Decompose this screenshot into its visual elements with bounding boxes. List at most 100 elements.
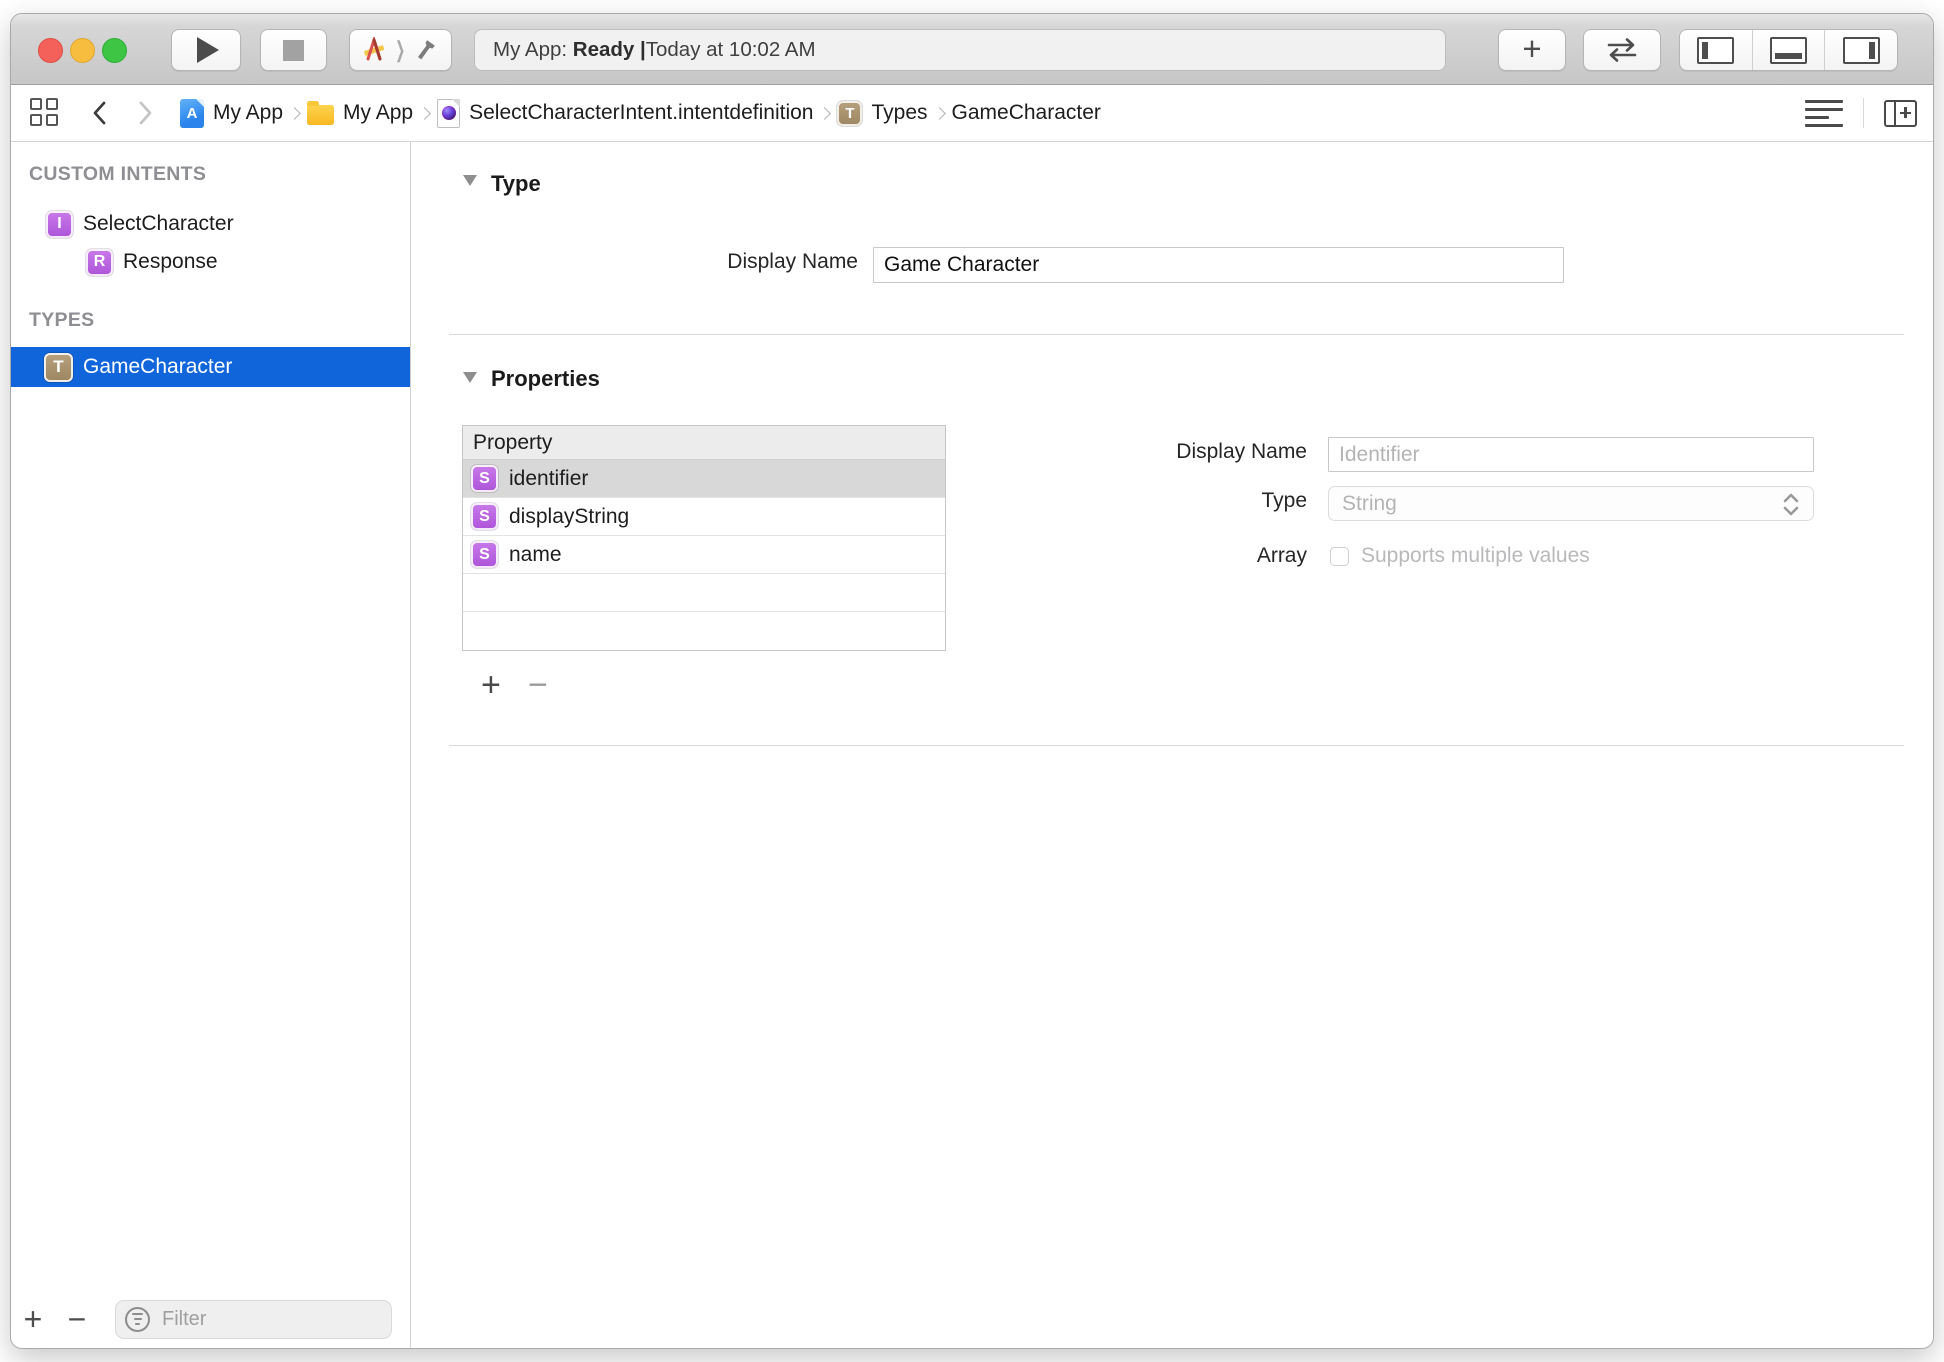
toggle-inspector-button[interactable] xyxy=(1824,30,1897,70)
breadcrumb-group-label: My App xyxy=(343,101,413,125)
property-name: name xyxy=(509,543,562,567)
breadcrumb-types[interactable]: T Types xyxy=(837,101,927,126)
type-badge-icon: T xyxy=(837,101,862,126)
hammer-icon xyxy=(413,37,440,64)
project-file-icon: A xyxy=(180,99,204,128)
properties-disclosure-triangle[interactable] xyxy=(463,372,477,383)
response-badge-icon: R xyxy=(86,249,113,276)
editor-options-icon[interactable] xyxy=(1805,100,1843,127)
string-type-icon: S xyxy=(471,541,498,568)
sidebar-item-label: Response xyxy=(123,250,218,274)
toggle-navigator-button[interactable] xyxy=(1680,30,1752,70)
toolbar: ❯ My App: Ready | Today at 10:02 AM + xyxy=(11,14,1933,85)
swap-arrows-icon xyxy=(1601,36,1643,64)
type-section-title: Type xyxy=(491,171,541,197)
sidebar-item-label: SelectCharacter xyxy=(83,212,234,236)
navigator-sidebar: CUSTOM INTENTS I SelectCharacter R Respo… xyxy=(11,142,411,1349)
play-icon xyxy=(197,37,219,63)
remove-item-button[interactable]: − xyxy=(57,1303,97,1335)
breadcrumb-project[interactable]: A My App xyxy=(180,99,283,128)
add-property-button[interactable]: + xyxy=(481,668,501,702)
forward-button[interactable] xyxy=(130,100,160,126)
string-type-icon: S xyxy=(471,503,498,530)
divider xyxy=(1863,98,1864,128)
section-divider xyxy=(449,745,1904,746)
filter-field-wrap xyxy=(115,1300,392,1339)
breadcrumb-group[interactable]: My App xyxy=(307,101,413,125)
property-name: displayString xyxy=(509,505,629,529)
table-row-identifier[interactable]: S identifier xyxy=(463,460,945,498)
intent-badge-icon: I xyxy=(46,211,73,238)
status-time: Today at 10:02 AM xyxy=(646,38,816,62)
display-name-label: Display Name xyxy=(598,250,858,274)
property-type-value: String xyxy=(1342,492,1397,516)
back-button[interactable] xyxy=(84,100,114,126)
property-type-label: Type xyxy=(1047,489,1307,513)
type-badge-icon: T xyxy=(44,353,73,382)
close-window-button[interactable] xyxy=(38,38,63,63)
section-header-types: TYPES xyxy=(29,309,94,332)
scheme-selector[interactable]: ❯ xyxy=(349,29,452,71)
properties-table-header: Property xyxy=(463,426,945,460)
related-items-icon[interactable] xyxy=(30,98,60,128)
run-button[interactable] xyxy=(171,29,241,71)
toggle-debug-area-button[interactable] xyxy=(1752,30,1825,70)
sidebar-item-label: GameCharacter xyxy=(83,355,232,379)
jump-bar: A My App My App SelectCharacterIntent.in… xyxy=(11,85,1933,142)
table-row-empty[interactable] xyxy=(463,574,945,612)
breadcrumb-separator-icon xyxy=(933,107,946,120)
breadcrumb-project-label: My App xyxy=(213,101,283,125)
window-body: CUSTOM INTENTS I SelectCharacter R Respo… xyxy=(11,142,1933,1349)
debug-panel-icon xyxy=(1770,37,1807,64)
plus-icon: + xyxy=(1522,30,1541,68)
section-header-custom-intents: CUSTOM INTENTS xyxy=(29,163,206,186)
property-type-dropdown[interactable]: String xyxy=(1328,486,1814,521)
property-display-name-input[interactable] xyxy=(1328,437,1814,472)
inspector-panel-icon xyxy=(1843,37,1880,64)
stepper-chevrons-icon xyxy=(1780,491,1802,518)
remove-property-button[interactable]: − xyxy=(528,668,548,702)
display-name-input[interactable] xyxy=(873,247,1564,283)
breadcrumb-file-label: SelectCharacterIntent.intentdefinition xyxy=(469,101,813,125)
breadcrumb-separator-icon xyxy=(418,107,431,120)
array-checkbox[interactable] xyxy=(1330,547,1349,566)
breadcrumb-types-label: Types xyxy=(871,101,927,125)
array-checkbox-label: Supports multiple values xyxy=(1361,544,1590,568)
breadcrumb-file[interactable]: SelectCharacterIntent.intentdefinition xyxy=(437,99,813,128)
add-editor-icon[interactable] xyxy=(1884,100,1917,127)
property-name: identifier xyxy=(509,467,588,491)
minimize-window-button[interactable] xyxy=(70,38,95,63)
library-add-button[interactable]: + xyxy=(1498,29,1566,71)
status-app-name: My App: xyxy=(493,38,573,62)
zoom-window-button[interactable] xyxy=(102,38,127,63)
chevron-right-icon: ❯ xyxy=(395,39,405,61)
jumpbar-right-controls xyxy=(1805,98,1917,128)
string-type-icon: S xyxy=(471,465,498,492)
add-item-button[interactable]: + xyxy=(11,1303,55,1335)
sidebar-item-gamecharacter[interactable]: T GameCharacter xyxy=(11,347,410,387)
table-row-empty[interactable] xyxy=(463,612,945,650)
property-display-name-label: Display Name xyxy=(1047,440,1307,464)
sidebar-bottom-bar: + − xyxy=(11,1288,410,1349)
breadcrumb-separator-icon xyxy=(288,107,301,120)
xcode-window: ❯ My App: Ready | Today at 10:02 AM + xyxy=(10,13,1934,1349)
properties-table: Property S identifier S displayString S … xyxy=(462,425,946,651)
stop-button[interactable] xyxy=(260,29,327,71)
breadcrumb-separator-icon xyxy=(819,107,832,120)
navigator-panel-icon xyxy=(1697,37,1734,64)
type-disclosure-triangle[interactable] xyxy=(463,175,477,186)
project-scheme-icon xyxy=(361,37,387,63)
table-row-name[interactable]: S name xyxy=(463,536,945,574)
status-state: Ready | xyxy=(573,38,646,62)
version-editor-button[interactable] xyxy=(1583,29,1661,71)
sidebar-item-selectcharacter[interactable]: I SelectCharacter xyxy=(11,206,410,242)
table-row-displaystring[interactable]: S displayString xyxy=(463,498,945,536)
sidebar-item-response[interactable]: R Response xyxy=(11,244,410,280)
breadcrumb-item[interactable]: GameCharacter xyxy=(952,101,1101,125)
intentdefinition-file-icon xyxy=(437,99,460,128)
filter-input[interactable] xyxy=(115,1300,392,1339)
breadcrumb-item-label: GameCharacter xyxy=(952,101,1101,125)
section-divider xyxy=(449,334,1904,335)
stop-icon xyxy=(283,40,304,61)
property-array-label: Array xyxy=(1047,544,1307,568)
